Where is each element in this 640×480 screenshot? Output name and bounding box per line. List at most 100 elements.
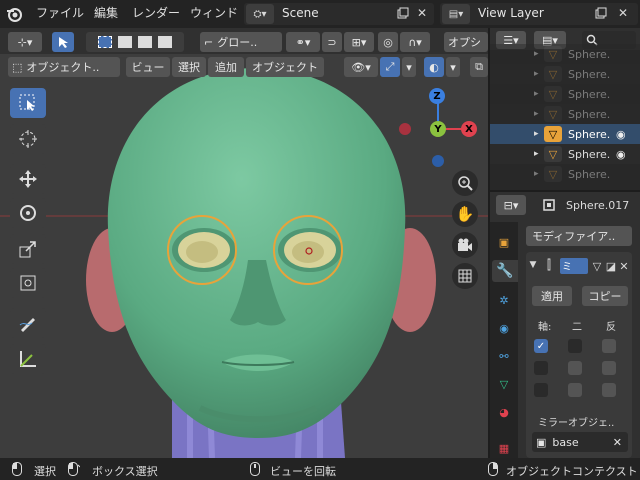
measure-tool[interactable] [10,344,46,374]
menu-add[interactable]: 追加 [208,57,244,77]
view-layer-name[interactable]: View Layer [478,6,544,20]
select-tool-icon[interactable] [52,32,74,52]
object-properties-tab-icon[interactable]: ▣ [494,232,514,252]
perspective-grid-icon[interactable] [452,263,478,289]
visibility-eye-icon[interactable]: ◉ [616,148,626,161]
proportional-falloff-dropdown[interactable]: ∩▾ [400,32,430,52]
interaction-mode-dropdown[interactable]: ⬚ オブジェクト.. [8,57,120,77]
select-intersect-icon[interactable] [158,36,172,48]
pivot-point-dropdown[interactable]: ⚭▾ [286,32,320,52]
menu-object[interactable]: オブジェクト [246,57,324,77]
camera-view-icon[interactable] [452,232,478,258]
expand-arrow-icon[interactable]: ▸ [534,49,544,59]
mesh-object-icon: ▽ [544,166,562,182]
close-scene-icon[interactable]: ✕ [414,5,430,21]
move-tool[interactable] [10,164,46,194]
menu-file[interactable]: ファイル [36,4,84,22]
gizmo-x-axis[interactable]: X [461,121,477,137]
xray-toggle[interactable]: ⧉ [470,57,488,77]
add-modifier-dropdown[interactable]: モディファイア.. [526,226,632,246]
bisect-y-checkbox[interactable] [568,361,582,375]
visibility-eye-icon[interactable]: ◉ [616,128,626,141]
menu-view[interactable]: ビュー [126,57,170,77]
outliner-row[interactable]: ▸ ▽ Sphere. [490,164,640,184]
snap-target-dropdown[interactable]: ⊞▾ [344,32,374,52]
select-subtract-icon[interactable] [138,36,152,48]
options-dropdown[interactable]: オプシ [444,32,488,52]
outliner-row[interactable]: ▸ ▽ Sphere. [490,104,640,124]
clear-mirror-object-icon[interactable]: ✕ [613,436,622,449]
flip-z-checkbox[interactable] [602,383,616,397]
close-view-layer-icon[interactable]: ✕ [615,5,631,21]
view-layer-icon[interactable]: ▤▾ [442,4,470,24]
cursor-tool[interactable] [10,124,46,154]
transform-pivot-dropdown[interactable]: ⊹▾ [8,32,42,52]
select-box-tool[interactable] [10,88,46,118]
apply-button[interactable]: 適用 [532,286,572,306]
texture-tab-icon[interactable]: ▦ [494,438,514,458]
collapse-arrow-icon[interactable]: ▼ [528,258,538,272]
expand-arrow-icon[interactable]: ▸ [534,149,544,159]
expand-arrow-icon[interactable]: ▸ [534,109,544,119]
pan-hand-icon[interactable]: ✋ [452,201,478,227]
gizmo-dropdown[interactable]: ▾ [402,57,416,77]
expand-arrow-icon[interactable]: ▸ [534,89,544,99]
overlay-dropdown[interactable]: ▾ [446,57,460,77]
expand-arrow-icon[interactable]: ▸ [534,129,544,139]
outliner-row[interactable]: ▸ ▽ Sphere. [490,64,640,84]
zoom-icon[interactable] [452,170,478,196]
bisect-z-checkbox[interactable] [568,383,582,397]
copy-scene-icon[interactable] [395,5,411,21]
blender-logo-icon[interactable] [4,4,24,24]
physics-tab-icon[interactable]: ◉ [494,318,514,338]
transform-orientation-dropdown[interactable]: ⌐ グロー.. [200,32,282,52]
object-data-tab-icon[interactable]: ▽ [494,374,514,394]
gizmo-y-axis[interactable]: Y [430,121,446,137]
expand-arrow-icon[interactable]: ▸ [534,169,544,179]
menu-window[interactable]: ウィンド [190,4,238,22]
particles-tab-icon[interactable]: ✲ [494,290,514,310]
gizmo-z-axis[interactable]: Z [429,88,445,104]
outliner-row[interactable]: ▸ ▽ Sphere. ◉ [490,144,640,164]
mesh-object-icon: ▽ [544,66,562,82]
scale-tool[interactable] [10,234,46,264]
outliner-row[interactable]: ▸ ▽ Sphere. ◉ [490,124,640,144]
flip-y-checkbox[interactable] [602,361,616,375]
overlay-toggle[interactable]: ◐ [424,57,444,77]
material-tab-icon[interactable]: ◕ [494,402,514,422]
mirror-object-field[interactable]: ▣ base ✕ [532,432,628,452]
bisect-x-checkbox[interactable] [568,339,582,353]
modifier-name-text: ミ [562,262,572,273]
modifier-properties-tab-icon[interactable]: 🔧 [492,260,518,282]
remove-modifier-icon[interactable]: ✕ [618,258,630,274]
proportional-edit-toggle[interactable]: ◎ [378,32,398,52]
select-mode-buttons[interactable] [86,32,184,52]
scene-name[interactable]: Scene [282,6,319,20]
copy-button[interactable]: コピー [582,286,628,306]
scene-icon[interactable]: ⛭▾ [246,4,274,24]
select-new-icon[interactable] [98,36,112,48]
realtime-toggle-icon[interactable]: ◪ [604,258,618,274]
transform-tool[interactable] [10,268,46,298]
copy-view-layer-icon[interactable] [593,5,609,21]
menu-render[interactable]: レンダー [132,4,180,22]
snap-toggle[interactable]: ⊃ [322,32,342,52]
annotate-tool[interactable] [10,308,46,338]
editmode-toggle-icon[interactable]: ▽ [590,258,604,274]
axis-x-checkbox[interactable]: ✓ [534,339,548,353]
gizmo-toggle[interactable]: ⤢ [380,57,400,77]
rotate-tool[interactable] [10,198,46,228]
flip-x-checkbox[interactable] [602,339,616,353]
modifier-name-field[interactable]: ミ [560,258,588,274]
axis-z-checkbox[interactable] [534,383,548,397]
axis-y-checkbox[interactable] [534,361,548,375]
outliner-row[interactable]: ▸ ▽ Sphere. [490,44,640,64]
menu-select[interactable]: 選択 [172,57,206,77]
visibility-dropdown[interactable]: 👁▾ [344,57,378,77]
outliner-row[interactable]: ▸ ▽ Sphere. [490,84,640,104]
menu-edit[interactable]: 編集 [94,4,118,22]
select-extend-icon[interactable] [118,36,132,48]
properties-editor-type[interactable]: ⊟▾ [496,195,526,215]
constraints-tab-icon[interactable]: ⚯ [494,346,514,366]
expand-arrow-icon[interactable]: ▸ [534,69,544,79]
